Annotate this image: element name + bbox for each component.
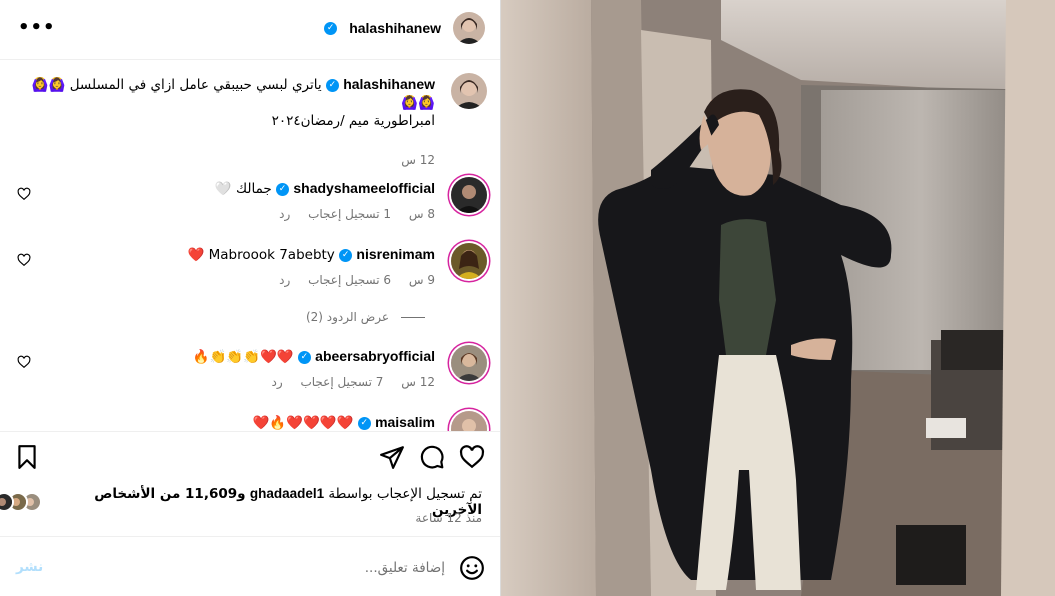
liker-avatars [0,492,42,512]
post-photo[interactable] [501,0,1055,596]
more-options-icon[interactable]: ••• [18,18,55,42]
reply-button[interactable]: رد [271,375,282,389]
verified-badge-icon: ✓ [297,350,311,364]
replies-divider [401,316,425,318]
comment-time[interactable]: 8 س [409,207,435,221]
heart-icon[interactable] [459,444,485,470]
comment-likes-count[interactable]: 1 تسجيل إعجاب [308,207,391,221]
comment-heart-icon[interactable] [17,253,31,267]
comment-heart-icon[interactable] [17,187,31,201]
post-caption: halashihanew ✓ ياتري لبسي حبيبقي عامل از… [15,73,487,167]
caption-text: halashihanew ✓ ياتري لبسي حبيبقي عامل از… [15,75,435,130]
comment-content: جمالك 🤍 [214,181,272,197]
comment-text: shadyshameelofficial ✓ جمالك 🤍 [15,179,435,198]
comment-username[interactable]: abeersabryofficial [315,348,435,364]
commenter-avatar[interactable] [451,177,487,213]
reply-button[interactable]: رد [279,207,290,221]
comment-item: maisalim ✓ ❤️❤️❤️❤️🔥❤️ [17,411,487,431]
caption-meta: 12 س [135,153,435,167]
post-detail-panel: ••• halashihanew ✓ halashihanew ✓ ياتري … [0,0,501,596]
comment-time[interactable]: 12 س [401,375,435,389]
comment-text: maisalim ✓ ❤️❤️❤️❤️🔥❤️ [15,413,435,431]
commenter-avatar[interactable] [451,345,487,381]
comments-list[interactable]: halashihanew ✓ ياتري لبسي حبيبقي عامل از… [0,61,500,431]
post-image [501,0,1055,596]
post-actions-bar [0,431,500,481]
comment-username[interactable]: shadyshameelofficial [293,180,435,196]
verified-badge-icon: ✓ [325,78,339,92]
comment-item: shadyshameelofficial ✓ جمالك 🤍 8 س 1 تسج… [17,177,487,227]
likes-summary[interactable]: تم تسجيل الإعجاب بواسطة ghadaadel1 و11,6… [0,486,482,518]
reply-button[interactable]: رد [279,273,290,287]
comment-input[interactable] [65,557,445,579]
view-replies-button[interactable]: عرض الردود (2) [306,310,425,324]
verified-badge-icon: ✓ [324,21,338,35]
smiley-icon[interactable] [459,555,485,581]
post-comment-button[interactable]: نشر [16,559,43,575]
add-comment-bar: نشر [0,536,500,596]
comment-content: ❤️❤️❤️❤️🔥❤️ [252,415,354,431]
verified-badge-icon: ✓ [339,248,353,262]
commenter-avatar[interactable] [451,411,487,431]
paper-plane-icon[interactable] [379,444,405,470]
verified-badge-icon: ✓ [276,182,290,196]
header-author[interactable]: halashihanew ✓ [324,12,485,44]
comment-icon[interactable] [419,444,445,470]
caption-username[interactable]: halashihanew [343,76,435,92]
comment-content: Mabroook 7abebty ❤️ [187,247,335,263]
comment-content: ❤️❤️👏👏👏🔥 [192,349,294,365]
comment-text: abeersabryofficial ✓ ❤️❤️👏👏👏🔥 [15,347,435,366]
caption-emoji-line: 🙆‍♀️🙆‍♀️ [401,95,435,111]
caption-line-2: امبراطورية ميم /رمضان٢٠٢٤ [271,113,435,129]
bookmark-icon[interactable] [14,444,40,470]
caption-avatar[interactable] [451,73,487,109]
comment-likes-count[interactable]: 6 تسجيل إعجاب [308,273,391,287]
liker-username[interactable]: ghadaadel1 [250,486,324,501]
comment-likes-count[interactable]: 7 تسجيل إعجاب [300,375,383,389]
comment-heart-icon[interactable] [17,355,31,369]
author-username[interactable]: halashihanew [349,20,441,36]
caption-time[interactable]: 12 س [401,153,435,167]
commenter-avatar[interactable] [451,243,487,279]
verified-badge-icon: ✓ [357,416,371,430]
caption-line-1: ياتري لبسي حبيبقي عامل ازاي في المسلسل 🙆… [31,77,322,93]
post-header: ••• halashihanew ✓ [0,0,500,60]
view-replies-label[interactable]: عرض الردود (2) [306,310,389,324]
author-avatar[interactable] [453,12,485,44]
likes-prefix: تم تسجيل الإعجاب بواسطة [328,486,482,502]
comment-meta: 8 س 1 تسجيل إعجاب رد [135,207,435,221]
comment-username[interactable]: maisalim [375,414,435,430]
comment-meta: 12 س 7 تسجيل إعجاب رد [135,375,435,389]
comment-username[interactable]: nisrenimam [356,246,435,262]
comment-item: nisrenimam ✓ Mabroook 7abebty ❤️ 9 س 6 ت… [17,243,487,293]
post-timestamp[interactable]: منذ 12 ساعة [415,511,482,525]
comment-text: nisrenimam ✓ Mabroook 7abebty ❤️ [15,245,435,264]
comment-meta: 9 س 6 تسجيل إعجاب رد [135,273,435,287]
comment-item: abeersabryofficial ✓ ❤️❤️👏👏👏🔥 12 س 7 تسج… [17,345,487,395]
comment-time[interactable]: 9 س [409,273,435,287]
